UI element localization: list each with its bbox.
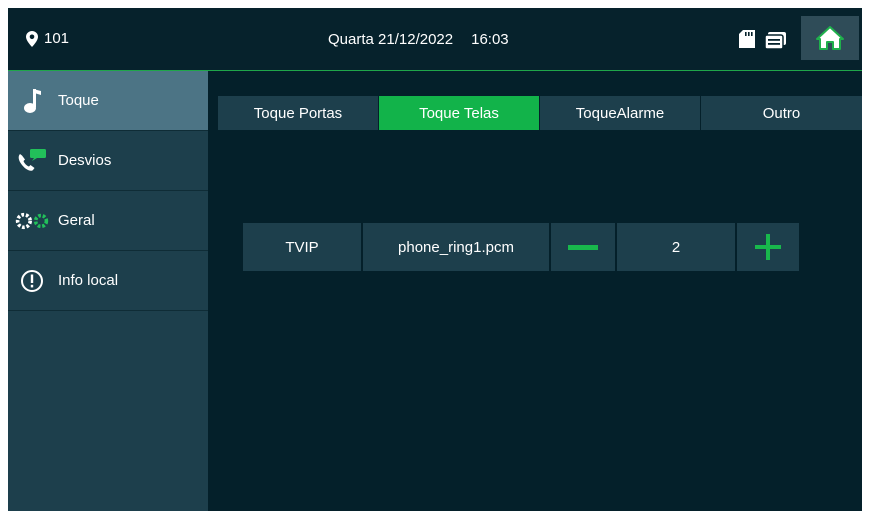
plus-icon (755, 234, 781, 260)
sidebar-item-geral[interactable]: Geral (8, 191, 208, 251)
volume-value: 2 (617, 223, 735, 271)
message-icon (765, 32, 786, 50)
top-bar: 101 Quarta 21/12/2022 16:03 (8, 8, 862, 71)
volume-increase-button[interactable] (737, 223, 799, 271)
tab-toque-telas[interactable]: Toque Telas (379, 96, 539, 130)
sidebar-item-desvios[interactable]: Desvios (8, 131, 208, 191)
weekday: Quarta (328, 31, 374, 48)
date-time: Quarta 21/12/2022 16:03 (328, 31, 509, 48)
ringtone-row: TVIP phone_ring1.pcm 2 (243, 223, 799, 271)
gears-icon (14, 206, 50, 236)
location-pin-icon (26, 30, 38, 47)
tab-outro[interactable]: Outro (701, 96, 862, 130)
time: 16:03 (471, 31, 509, 48)
screen: 101 Quarta 21/12/2022 16:03 Toque Desvio… (8, 8, 862, 511)
date: 21/12/2022 (378, 31, 454, 48)
sidebar-item-label: Toque (58, 92, 99, 109)
call-forward-icon (14, 146, 50, 176)
tab-toque-portas[interactable]: Toque Portas (218, 96, 378, 130)
device-label: TVIP (243, 223, 361, 271)
home-button[interactable] (801, 16, 859, 60)
sidebar-item-label: Geral (58, 212, 95, 229)
tab-bar: Toque Portas Toque Telas ToqueAlarme Out… (218, 96, 862, 130)
volume-decrease-button[interactable] (551, 223, 615, 271)
minus-icon (568, 244, 598, 250)
music-note-icon (14, 86, 50, 116)
tab-toque-alarme[interactable]: ToqueAlarme (540, 96, 700, 130)
home-icon (816, 26, 844, 50)
sd-card-icon (739, 30, 755, 48)
sidebar-item-info-local[interactable]: Info local (8, 251, 208, 311)
sidebar-item-label: Info local (58, 272, 119, 289)
sidebar-item-label: Desvios (58, 152, 112, 169)
sidebar-item-toque[interactable]: Toque (8, 71, 208, 131)
room-indicator: 101 (26, 30, 69, 47)
main-content: Toque Portas Toque Telas ToqueAlarme Out… (208, 71, 862, 511)
sidebar: Toque Desvios Geral Info local (8, 71, 208, 511)
room-number: 101 (44, 30, 70, 47)
info-icon (14, 266, 50, 296)
ringtone-select[interactable]: phone_ring1.pcm (363, 223, 549, 271)
